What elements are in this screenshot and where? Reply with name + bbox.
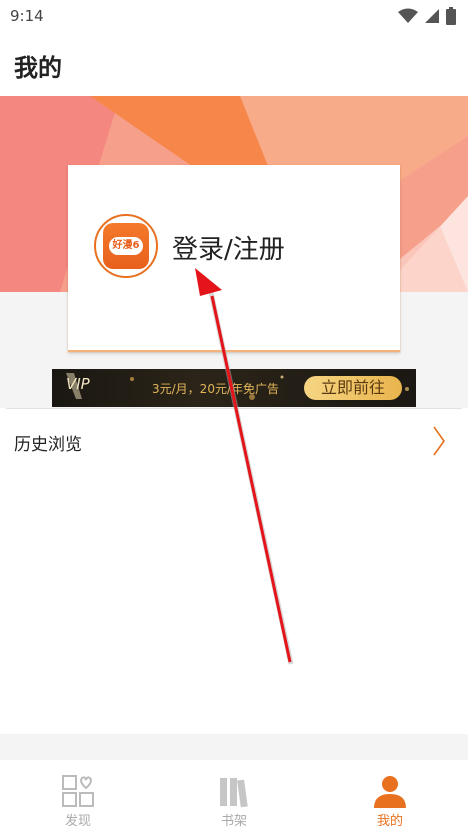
chevron-right-icon xyxy=(433,426,445,456)
vip-go-button[interactable]: 立即前往 xyxy=(304,376,402,400)
battery-icon xyxy=(446,7,456,25)
app-logo-text: 好漫6 xyxy=(109,237,143,255)
page-title: 我的 xyxy=(14,54,62,82)
nav-label-bookshelf: 书架 xyxy=(220,814,247,829)
bottom-gray-band xyxy=(0,734,468,760)
vip-promo-banner[interactable]: VIP 3元/月，20元/年免广告 立即前往 xyxy=(52,369,416,407)
status-icons xyxy=(398,7,456,25)
person-icon xyxy=(374,776,406,808)
history-row[interactable]: 历史浏览 xyxy=(0,409,468,473)
bottom-nav: 发现 书架 我的 xyxy=(0,760,468,832)
vip-logo: VIP xyxy=(66,375,90,393)
discover-grid-icon xyxy=(62,775,94,807)
nav-label-mine: 我的 xyxy=(376,814,403,829)
vip-promo-text: 3元/月，20元/年免广告 xyxy=(152,382,279,396)
wifi-icon xyxy=(398,8,418,23)
nav-tab-discover[interactable]: 发现 xyxy=(38,774,118,829)
screen: 9:14 我的 好漫6 登录/注册 VIP 3元/月，20元/年免广告 立即前往… xyxy=(0,0,468,832)
bookshelf-icon xyxy=(220,778,248,808)
status-bar: 9:14 xyxy=(0,0,468,34)
app-logo-badge: 好漫6 xyxy=(103,223,149,269)
signal-icon xyxy=(425,9,439,23)
nav-label-discover: 发现 xyxy=(64,814,91,829)
login-register-link[interactable]: 登录/注册 xyxy=(172,229,285,266)
status-time: 9:14 xyxy=(10,7,44,25)
nav-tab-bookshelf[interactable]: 书架 xyxy=(194,774,274,829)
nav-tab-mine[interactable]: 我的 xyxy=(350,774,430,829)
login-card[interactable]: 好漫6 登录/注册 xyxy=(68,165,400,352)
history-label: 历史浏览 xyxy=(14,435,82,455)
app-logo: 好漫6 xyxy=(94,214,158,278)
